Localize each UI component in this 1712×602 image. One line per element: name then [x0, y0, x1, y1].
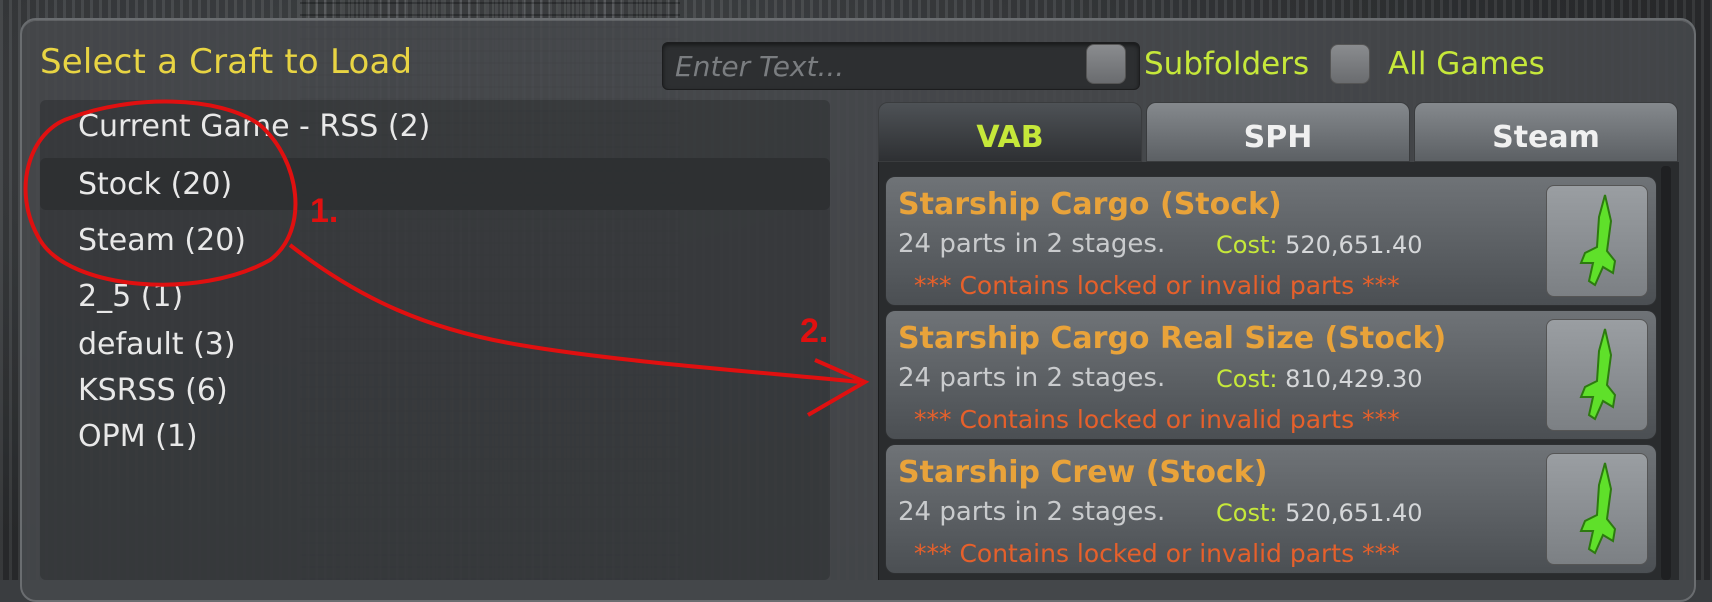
craft-cost: Cost: 520,651.40: [1216, 499, 1423, 527]
craft-name: Starship Crew (Stock): [898, 455, 1268, 490]
folder-label: Stock (20): [78, 166, 233, 202]
rocket-icon: [1546, 185, 1648, 297]
craft-warning: *** Contains locked or invalid parts ***: [914, 405, 1400, 434]
craft-warning: *** Contains locked or invalid parts ***: [914, 271, 1400, 300]
rocket-icon: [1546, 453, 1648, 565]
dialog-title: Select a Craft to Load: [40, 42, 413, 82]
folder-label: Current Game - RSS (2): [78, 108, 431, 144]
folder-label: OPM (1): [78, 418, 198, 454]
all-games-checkbox-box[interactable]: [1330, 44, 1370, 84]
craft-item[interactable]: Starship Cargo (Stock) 24 parts in 2 sta…: [885, 176, 1657, 306]
cost-label: Cost:: [1216, 365, 1278, 393]
craft-parts-info: 24 parts in 2 stages.: [898, 229, 1166, 259]
folder-item-2-5[interactable]: 2_5 (1): [40, 270, 830, 322]
craft-name: Starship Cargo (Stock): [898, 187, 1282, 222]
folder-item-default[interactable]: default (3): [40, 318, 830, 370]
cost-label: Cost:: [1216, 231, 1278, 259]
craft-item[interactable]: Starship Crew (Stock) 24 parts in 2 stag…: [885, 444, 1657, 574]
cost-label: Cost:: [1216, 499, 1278, 527]
craft-cost: Cost: 810,429.30: [1216, 365, 1423, 393]
craft-list: Starship Cargo (Stock) 24 parts in 2 sta…: [878, 162, 1679, 580]
subfolders-label: Subfolders: [1144, 46, 1310, 82]
folder-label: Steam (20): [78, 222, 246, 258]
folder-item-ksrss[interactable]: KSRSS (6): [40, 364, 830, 416]
search-input[interactable]: [663, 43, 1139, 89]
tab-vab[interactable]: VAB: [878, 102, 1142, 162]
folder-item-current-game[interactable]: Current Game - RSS (2): [40, 100, 830, 152]
folder-label: default (3): [78, 326, 236, 362]
craft-parts-info: 24 parts in 2 stages.: [898, 363, 1166, 393]
subfolders-checkbox-box[interactable]: [1086, 44, 1126, 84]
craft-list-scrollbar[interactable]: [1661, 166, 1671, 580]
all-games-label: All Games: [1388, 46, 1545, 82]
cost-value: 520,651.40: [1285, 231, 1423, 259]
craft-parts-info: 24 parts in 2 stages.: [898, 497, 1166, 527]
subfolders-checkbox[interactable]: Subfolders: [1086, 44, 1309, 84]
craft-item[interactable]: Starship Cargo Real Size (Stock) 24 part…: [885, 310, 1657, 440]
folder-label: KSRSS (6): [78, 372, 228, 408]
rocket-icon: [1546, 319, 1648, 431]
cost-value: 520,651.40: [1285, 499, 1423, 527]
craft-name: Starship Cargo Real Size (Stock): [898, 321, 1447, 356]
craft-cost: Cost: 520,651.40: [1216, 231, 1423, 259]
folder-item-steam[interactable]: Steam (20): [40, 214, 830, 266]
tab-steam[interactable]: Steam: [1414, 102, 1678, 162]
craft-warning: *** Contains locked or invalid parts ***: [914, 539, 1400, 568]
all-games-checkbox[interactable]: All Games: [1330, 44, 1545, 84]
folder-list: Current Game - RSS (2) Stock (20) Steam …: [40, 100, 830, 580]
folder-item-opm[interactable]: OPM (1): [40, 410, 830, 462]
folder-label: 2_5 (1): [78, 278, 184, 314]
tab-sph[interactable]: SPH: [1146, 102, 1410, 162]
search-field[interactable]: [662, 42, 1140, 90]
cost-value: 810,429.30: [1285, 365, 1423, 393]
folder-item-stock[interactable]: Stock (20): [40, 158, 830, 210]
